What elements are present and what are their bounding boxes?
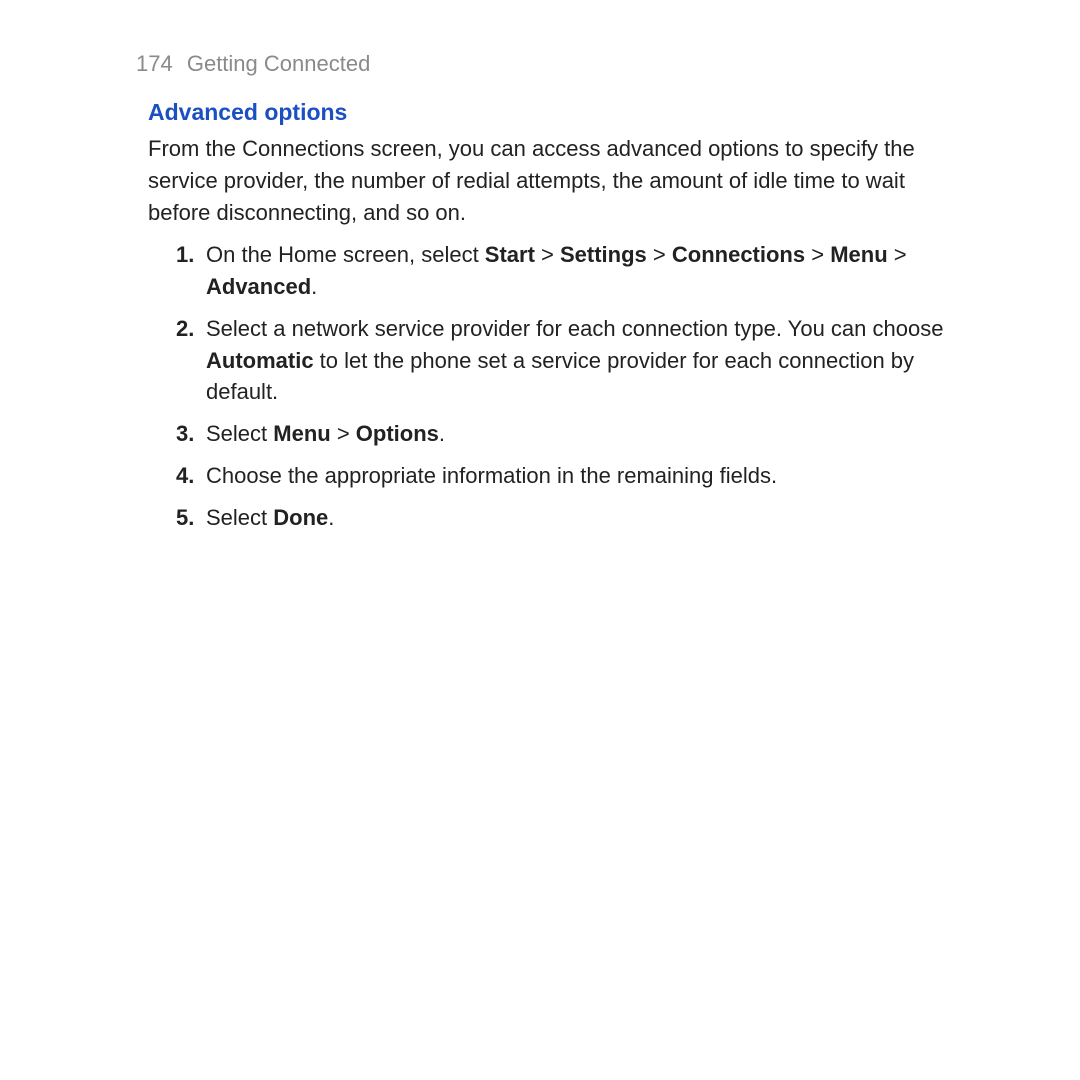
step-item: 2.Select a network service provider for … (176, 313, 970, 409)
bold-text: Settings (560, 242, 647, 267)
text: . (311, 274, 317, 299)
step-item: 5.Select Done. (176, 502, 970, 534)
step-number: 2. (176, 313, 206, 345)
chapter-title: Getting Connected (187, 51, 370, 76)
bold-text: Options (356, 421, 439, 446)
step-body: Choose the appropriate information in th… (206, 460, 970, 492)
text: . (439, 421, 445, 446)
step-item: 1.On the Home screen, select Start > Set… (176, 239, 970, 303)
step-number: 1. (176, 239, 206, 271)
step-number: 3. (176, 418, 206, 450)
step-number: 4. (176, 460, 206, 492)
text: > (805, 242, 830, 267)
step-item: 3.Select Menu > Options. (176, 418, 970, 450)
bold-text: Done (273, 505, 328, 530)
text: > (331, 421, 356, 446)
bold-text: Advanced (206, 274, 311, 299)
bold-text: Automatic (206, 348, 314, 373)
text: Select (206, 505, 273, 530)
text: > (535, 242, 560, 267)
bold-text: Menu (830, 242, 887, 267)
step-number: 5. (176, 502, 206, 534)
bold-text: Start (485, 242, 535, 267)
text: Select a network service provider for ea… (206, 316, 943, 341)
step-body: Select a network service provider for ea… (206, 313, 970, 409)
text: > (647, 242, 672, 267)
step-body: Select Done. (206, 502, 970, 534)
text: > (888, 242, 907, 267)
bold-text: Menu (273, 421, 330, 446)
section-heading: Advanced options (148, 96, 970, 129)
section-intro: From the Connections screen, you can acc… (148, 133, 968, 229)
step-body: Select Menu > Options. (206, 418, 970, 450)
bold-text: Connections (672, 242, 805, 267)
page-header: 174 Getting Connected (136, 48, 970, 80)
page-number: 174 (136, 51, 173, 76)
steps-list: 1.On the Home screen, select Start > Set… (176, 239, 970, 534)
text: Select (206, 421, 273, 446)
step-item: 4.Choose the appropriate information in … (176, 460, 970, 492)
text: . (328, 505, 334, 530)
text: Choose the appropriate information in th… (206, 463, 777, 488)
step-body: On the Home screen, select Start > Setti… (206, 239, 970, 303)
text: On the Home screen, select (206, 242, 485, 267)
